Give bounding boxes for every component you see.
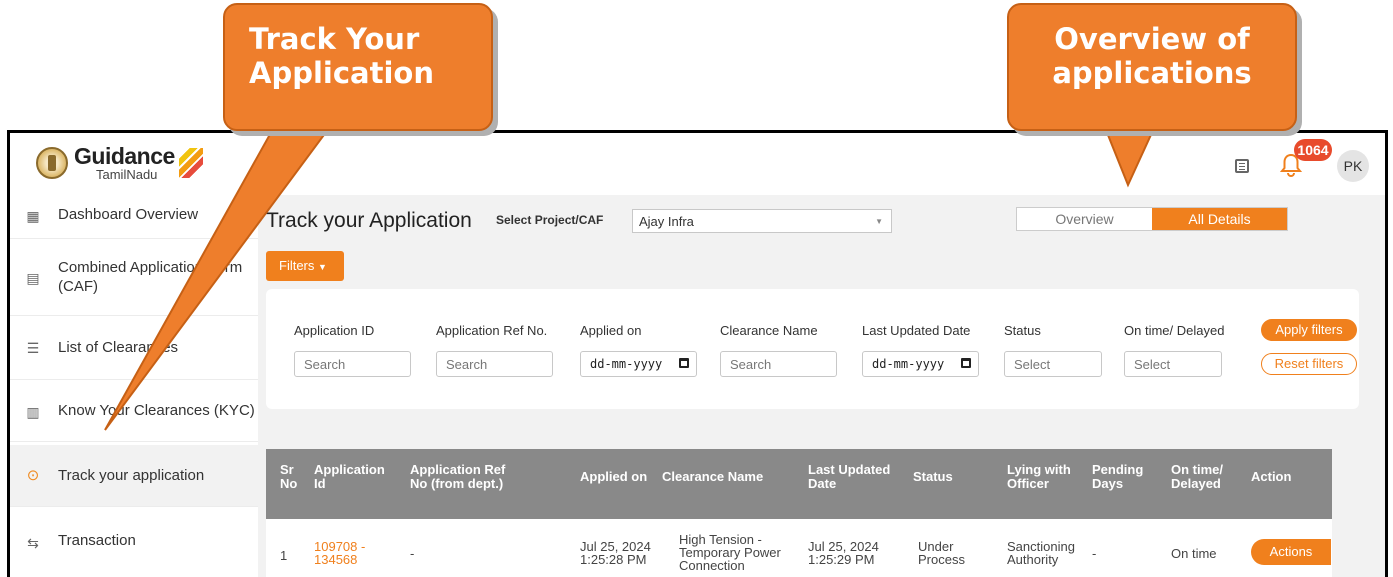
ref-no-input[interactable]: Search [436,351,553,377]
filter-label-last-updated: Last Updated Date [862,323,971,338]
brand-name: Guidance [74,143,175,169]
cell-ref-no: - [410,546,415,561]
col-header-on-time: On time/Delayed [1171,462,1224,491]
sidebar-item-label: Dashboard Overview [58,206,199,223]
col-header-action: Action [1251,469,1292,484]
table-row: 1 109708 -134568 - Jul 25, 2024 1:25:28 P… [266,519,1332,577]
filters-button-label: Filters [279,258,315,273]
filters-button[interactable]: Filters ▼ [266,251,344,281]
col-header-status: Status [913,469,953,484]
sidebar-item-dashboard-overview[interactable]: ▦ Dashboard Overview [10,195,258,239]
brand-mark-icon [178,148,203,178]
cell-status: Under Process [918,539,965,567]
filter-label-on-time: On time/ Delayed [1124,323,1225,338]
filter-label-clearance-name: Clearance Name [720,323,818,338]
last-updated-date-placeholder: dd-mm-yyyy [872,357,945,371]
sidebar-item-label: Transaction [58,532,136,549]
user-avatar[interactable]: PK [1337,150,1369,182]
sidebar-item-label: Know Your Clearances (KYC) [58,402,255,419]
apply-filters-button[interactable]: Apply filters [1261,319,1357,341]
all-details-tab[interactable]: All Details [1152,208,1287,230]
brand-subtitle: TamilNadu [96,167,158,182]
calendar-icon[interactable] [679,358,689,368]
filter-panel: Application ID Application Ref No. Appli… [266,289,1359,409]
project-select-label: Select Project/CAF [496,213,604,227]
application-id-input[interactable]: Search [294,351,411,377]
col-header-ref-no: Application Ref No (from dept.) [410,462,506,491]
col-header-lying-with: Lying with Officer [1007,462,1071,491]
cell-lying-with: Sanctioning Authority [1007,539,1075,567]
main-content: Track your Application Select Project/CA… [258,195,1385,577]
book-icon: ▥ [26,404,40,420]
page-title: Track your Application [266,209,472,232]
cell-pending-days: - [1092,546,1097,561]
col-header-clearance-name: Clearance Name [662,469,764,484]
sidebar: ▦ Dashboard Overview ▤ Combined Applicat… [10,195,258,577]
sidebar-item-caf[interactable]: ▤ Combined Application Form (CAF) [10,239,258,316]
top-header: Guidance TamilNadu 1064 PK [10,133,1385,195]
notification-badge: 1064 [1294,139,1332,161]
cell-last-updated: Jul 25, 2024 1:25:29 PM [808,539,879,567]
clearance-name-input[interactable]: Search [720,351,837,377]
location-pin-icon: ⊙ [26,467,40,484]
project-select-value: Ajay Infra [639,214,694,229]
cell-sr-no: 1 [280,548,288,563]
cell-application-id[interactable]: 109708 -134568 [314,540,365,566]
sidebar-item-label: Combined Application Form (CAF) [58,259,243,295]
filter-label-ref-no: Application Ref No. [436,323,548,338]
status-select[interactable]: Select [1004,351,1102,377]
col-header-pending-days: Pending Days [1092,462,1144,491]
dropdown-caret-icon: ▼ [875,217,883,226]
sidebar-item-list-of-clearances[interactable]: ☰ List of Clearances [10,316,258,380]
brand-logo[interactable]: Guidance TamilNadu [36,145,203,181]
caret-down-icon: ▼ [318,262,327,272]
col-header-application-id: Application Id [314,462,385,491]
project-select[interactable]: Ajay Infra ▼ [632,209,892,233]
sidebar-item-track-application[interactable]: ⊙ Track your application [10,445,258,507]
col-header-last-updated: Last Updated Date [808,462,891,491]
list-icon: ☰ [26,340,40,356]
col-header-applied-on: Applied on [580,469,648,484]
cell-on-time: On time [1171,546,1217,561]
track-application-callout: Track Your Application [223,3,493,131]
filter-label-application-id: Application ID [294,323,375,338]
table-header: Sr No Application Id Application Ref No (fr… [266,449,1332,519]
dashboard-icon: ▦ [26,208,40,224]
filter-label-applied-on: Applied on [580,323,642,338]
view-toggle: Overview All Details [1016,207,1288,231]
cell-applied-on: Jul 25, 2024 1:25:28 PM [580,539,651,567]
state-emblem-icon [36,147,68,179]
col-header-sr-no: Sr No [280,462,298,491]
last-updated-date-input[interactable]: dd-mm-yyyy [862,351,979,377]
applied-on-date-input[interactable]: dd-mm-yyyy [580,351,697,377]
sidebar-item-kyc[interactable]: ▥ Know Your Clearances (KYC) [10,380,258,442]
screenshot-root: Guidance TamilNadu 1064 PK ▦ Dashboard O… [0,0,1393,577]
overview-tab[interactable]: Overview [1017,208,1152,230]
app-window: Guidance TamilNadu 1064 PK ▦ Dashboard O… [7,130,1388,577]
on-time-select[interactable]: Select [1124,351,1222,377]
overview-callout: Overview of applications [1007,3,1297,131]
cell-clearance-name: High Tension - Temporary Power Connection [679,532,781,573]
sidebar-item-label: Track your application [58,467,205,484]
reset-filters-button[interactable]: Reset filters [1261,353,1357,375]
menu-list-icon[interactable] [1235,159,1249,173]
actions-button[interactable]: Actions [1251,539,1331,565]
transaction-icon: ⇆ [27,535,39,551]
sidebar-item-transaction[interactable]: ⇆ Transaction [10,511,258,573]
document-icon: ▤ [26,270,40,286]
sidebar-item-label: List of Clearances [58,339,179,356]
filter-label-status: Status [1004,323,1041,338]
calendar-icon[interactable] [961,358,971,368]
applied-on-date-placeholder: dd-mm-yyyy [590,357,663,371]
